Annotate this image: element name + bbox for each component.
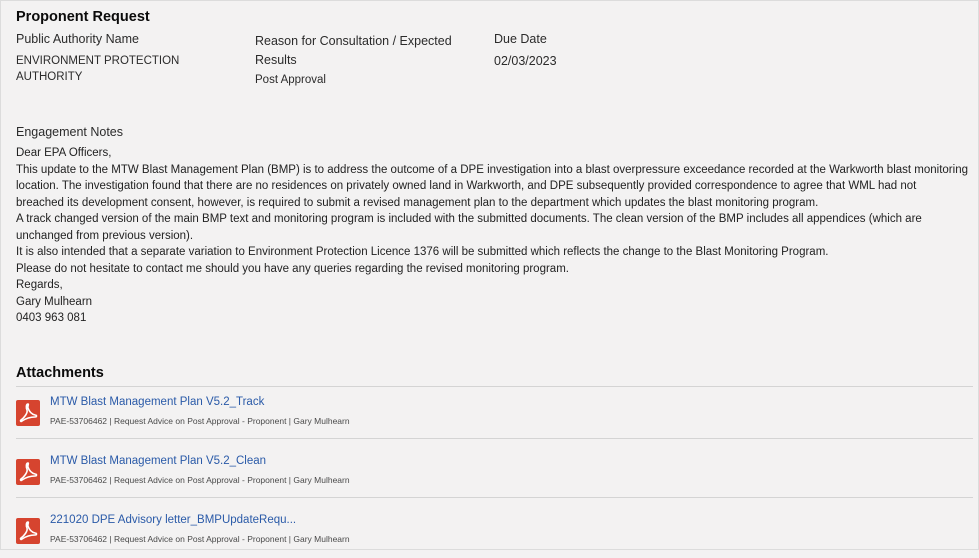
notes-line: unchanged from previous version). <box>16 229 194 242</box>
reason-label-line1: Reason for Consultation / Expected <box>255 34 452 48</box>
authority-value-line2: AUTHORITY <box>16 71 83 83</box>
attachment-link[interactable]: MTW Blast Management Plan V5.2_Clean <box>50 455 266 467</box>
reason-label-line2: Results <box>255 53 297 67</box>
authority-value-line1: ENVIRONMENT PROTECTION <box>16 55 180 67</box>
engagement-notes-label: Engagement Notes <box>16 125 124 139</box>
pdf-icon <box>16 400 40 426</box>
attachment-meta: PAE-53706462 | Request Advice on Post Ap… <box>50 475 350 485</box>
reason-value: Post Approval <box>255 74 326 86</box>
notes-line: Gary Mulhearn <box>16 295 93 308</box>
due-date-value: 02/03/2023 <box>494 54 557 68</box>
attachment-link[interactable]: 221020 DPE Advisory letter_BMPUpdateRequ… <box>50 514 296 526</box>
divider <box>16 386 973 387</box>
attachment-item[interactable]: MTW Blast Management Plan V5.2_Track PAE… <box>16 396 973 440</box>
proponent-request-panel: Proponent Request Public Authority Name … <box>0 0 979 550</box>
attachments-heading: Attachments <box>16 365 104 381</box>
attachment-item[interactable]: 221020 DPE Advisory letter_BMPUpdateRequ… <box>16 514 973 558</box>
proponent-request-heading: Proponent Request <box>16 9 150 25</box>
pdf-icon <box>16 518 40 544</box>
pdf-icon <box>16 459 40 485</box>
attachment-item[interactable]: MTW Blast Management Plan V5.2_Clean PAE… <box>16 455 973 499</box>
divider <box>16 438 973 439</box>
authority-value: ENVIRONMENT PROTECTION AUTHORITY <box>16 53 179 85</box>
reason-label: Reason for Consultation / Expected Resul… <box>255 32 452 70</box>
notes-line: location. The investigation found that t… <box>16 180 917 192</box>
notes-line: breached its development consent, howeve… <box>16 196 819 209</box>
attachment-link[interactable]: MTW Blast Management Plan V5.2_Track <box>50 396 264 408</box>
notes-line: Please do not hesitate to contact me sho… <box>16 262 569 275</box>
notes-line: A track changed version of the main BMP … <box>16 213 922 225</box>
attachment-meta: PAE-53706462 | Request Advice on Post Ap… <box>50 534 350 544</box>
due-date-label: Due Date <box>494 32 547 46</box>
notes-line: Regards, <box>16 279 63 291</box>
attachment-meta: PAE-53706462 | Request Advice on Post Ap… <box>50 416 350 426</box>
engagement-notes-text: Dear EPA Officers, This update to the MT… <box>16 145 971 327</box>
notes-line: This update to the MTW Blast Management … <box>16 163 968 176</box>
notes-line: 0403 963 081 <box>16 312 87 324</box>
notes-line: Dear EPA Officers, <box>16 147 112 159</box>
notes-line: It is also intended that a separate vari… <box>16 246 829 258</box>
divider <box>16 497 973 498</box>
authority-label: Public Authority Name <box>16 32 139 46</box>
